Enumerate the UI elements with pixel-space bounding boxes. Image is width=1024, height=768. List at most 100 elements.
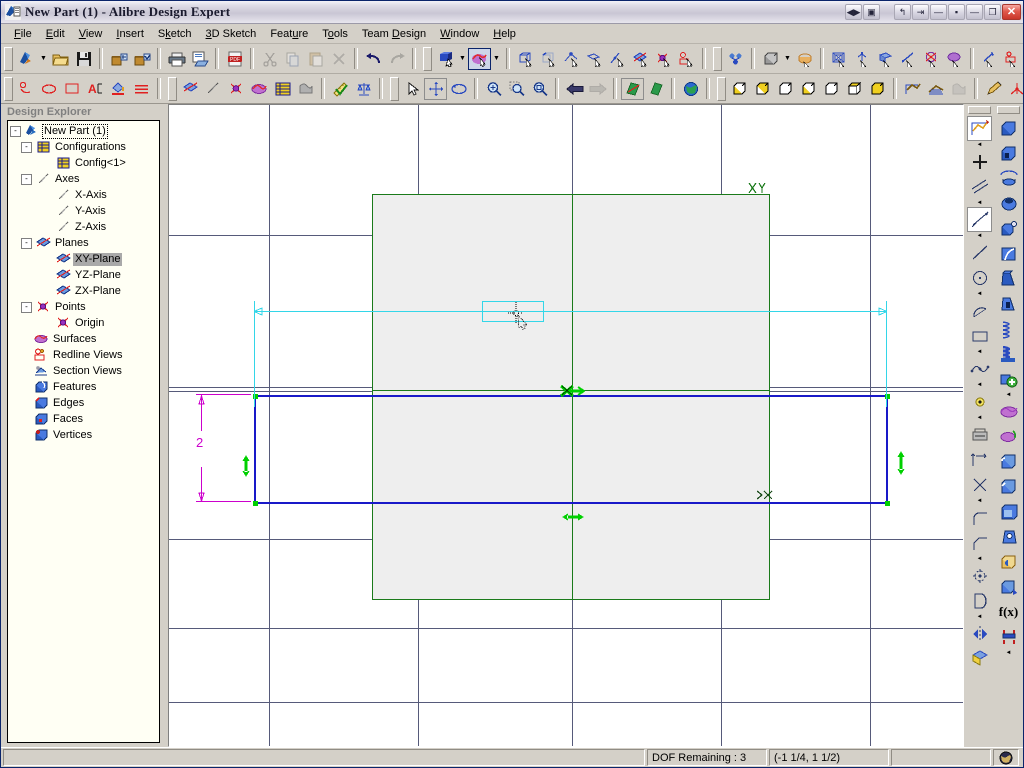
sketch-figure-button[interactable] — [967, 646, 992, 671]
toolbar-grip[interactable] — [390, 76, 399, 101]
toolbar-grip[interactable] — [168, 76, 177, 101]
circle-tool-button[interactable] — [967, 265, 992, 290]
tree-item-origin[interactable]: Origin — [10, 315, 159, 331]
zoom-fit-button[interactable] — [528, 78, 551, 100]
tree-expander[interactable]: - — [21, 141, 32, 153]
physical-properties-button[interactable] — [352, 78, 375, 100]
surface-button[interactable] — [996, 399, 1021, 424]
pointer-button[interactable] — [401, 78, 424, 100]
shaded-render-button[interactable] — [947, 78, 970, 100]
show-planes-button[interactable] — [179, 78, 202, 100]
shell-button[interactable] — [996, 499, 1021, 524]
tree-item-xy-plane[interactable]: XY-Plane — [10, 251, 159, 267]
spline-tool-button[interactable] — [967, 356, 992, 381]
select-point-button[interactable] — [652, 48, 675, 70]
tree-item-label[interactable]: Vertices — [51, 429, 94, 442]
fill-button[interactable] — [107, 78, 130, 100]
flyout-arrow-icon[interactable]: ◄ — [996, 391, 1021, 399]
tree-item-label[interactable]: Planes — [53, 237, 91, 250]
globe-icon[interactable] — [993, 749, 1019, 766]
sweep-boss-button[interactable] — [828, 48, 851, 70]
tree-item-label[interactable]: Axes — [53, 173, 81, 186]
revolve-cut-button[interactable] — [996, 191, 1021, 216]
flyout-arrow-icon[interactable]: ◄ — [967, 290, 992, 298]
ellipse-annotation-button[interactable] — [38, 78, 61, 100]
publish-pdf-button[interactable]: PDF — [223, 48, 246, 70]
check-out-button[interactable] — [107, 48, 130, 70]
constraint-horizontal-icon[interactable] — [562, 511, 584, 523]
tree-item-redline-views[interactable]: Redline Views — [10, 347, 159, 363]
select-plane-button[interactable] — [583, 48, 606, 70]
paste-button[interactable] — [304, 48, 327, 70]
view-dimetric-button[interactable] — [774, 78, 797, 100]
tree-item-faces[interactable]: Faces — [10, 411, 159, 427]
select-axis-button[interactable] — [606, 48, 629, 70]
constraint-vertical-icon[interactable] — [240, 455, 252, 477]
fillet-2d-button[interactable] — [967, 505, 992, 530]
color-dropdown[interactable]: ▼ — [491, 48, 502, 70]
show-points-button[interactable] — [225, 78, 248, 100]
menu-item-view[interactable]: View — [72, 26, 110, 42]
flyout-arrow-icon[interactable]: ◄ — [967, 381, 992, 389]
tree-item-configurations[interactable]: - Configurations — [10, 139, 159, 155]
flyout-arrow-icon[interactable]: ◄ — [967, 232, 992, 240]
menu-item-window[interactable]: Window — [433, 26, 486, 42]
fillet-button[interactable] — [874, 48, 897, 70]
mirror-2d-button[interactable] — [967, 621, 992, 646]
close-window-button[interactable]: ✕ — [1002, 4, 1021, 20]
show-grid-button[interactable] — [271, 78, 294, 100]
loft-boss-button[interactable] — [851, 48, 874, 70]
redo-button[interactable] — [385, 48, 408, 70]
measure-button[interactable] — [329, 78, 352, 100]
restore-window-button[interactable]: ❐ — [984, 4, 1001, 20]
select-vertex-button[interactable] — [560, 48, 583, 70]
menu-item-insert[interactable]: Insert — [109, 26, 151, 42]
restore-document-button[interactable]: ▣ — [863, 4, 880, 20]
new-part-dropdown[interactable]: ▼ — [38, 48, 49, 70]
pattern-2d-button[interactable] — [967, 563, 992, 588]
dimension-vertical-value[interactable]: 2 — [196, 435, 203, 450]
minimize-window-button[interactable]: — — [966, 4, 983, 20]
check-in-button[interactable] — [130, 48, 153, 70]
select-edge-button[interactable] — [537, 48, 560, 70]
sketch-canvas[interactable]: 2 — [168, 104, 964, 747]
undo-button[interactable] — [362, 48, 385, 70]
pan-button[interactable] — [424, 77, 447, 100]
view-top-button[interactable] — [843, 78, 866, 100]
show-surfaces-button[interactable] — [248, 78, 271, 100]
tree-item-features[interactable]: Features — [10, 379, 159, 395]
show-shaded-button[interactable] — [294, 78, 317, 100]
tree-item-points[interactable]: - Points — [10, 299, 159, 315]
single-line-tool-button[interactable] — [967, 240, 992, 265]
point-tool-button[interactable] — [967, 149, 992, 174]
flyout-arrow-icon[interactable]: ◄ — [967, 348, 992, 356]
nav-left-right-button[interactable]: ◀▶ — [845, 4, 862, 20]
tree-item-label[interactable]: Redline Views — [51, 349, 125, 362]
tree-item-x-axis[interactable]: X-Axis — [10, 187, 159, 203]
tree-item-axes[interactable]: - Axes — [10, 171, 159, 187]
tree-item-label[interactable]: Z-Axis — [73, 221, 108, 234]
tree-item-label[interactable]: Faces — [51, 413, 85, 426]
toolbar-grip[interactable] — [713, 46, 722, 71]
tree-item-planes[interactable]: - Planes — [10, 235, 159, 251]
new-part-button[interactable] — [15, 48, 38, 70]
delete-button[interactable] — [327, 48, 350, 70]
chamfer-button[interactable] — [996, 474, 1021, 499]
constraint-button[interactable] — [996, 624, 1021, 649]
tree-item-yz-plane[interactable]: YZ-Plane — [10, 267, 159, 283]
revolve-boss-button[interactable] — [996, 166, 1021, 191]
previous-view-button[interactable] — [563, 78, 586, 100]
boolean-add-button[interactable] — [996, 366, 1021, 391]
tree-item-label[interactable]: Y-Axis — [73, 205, 108, 218]
sketch-endpoint[interactable] — [885, 501, 890, 506]
select-annotation-button[interactable] — [675, 48, 698, 70]
design-explorer-tree[interactable]: - New Part (1) - Configurations Config<1> - Ax… — [7, 120, 160, 743]
tree-expander[interactable]: - — [21, 173, 32, 185]
print-button[interactable] — [165, 48, 188, 70]
text-button[interactable]: A — [84, 78, 107, 100]
tree-item-label[interactable]: Surfaces — [51, 333, 98, 346]
flyout-arrow-icon[interactable]: ◄ — [996, 649, 1021, 657]
view-trimetric-button[interactable] — [751, 78, 774, 100]
tree-item-y-axis[interactable]: Y-Axis — [10, 203, 159, 219]
draft-button[interactable] — [996, 524, 1021, 549]
